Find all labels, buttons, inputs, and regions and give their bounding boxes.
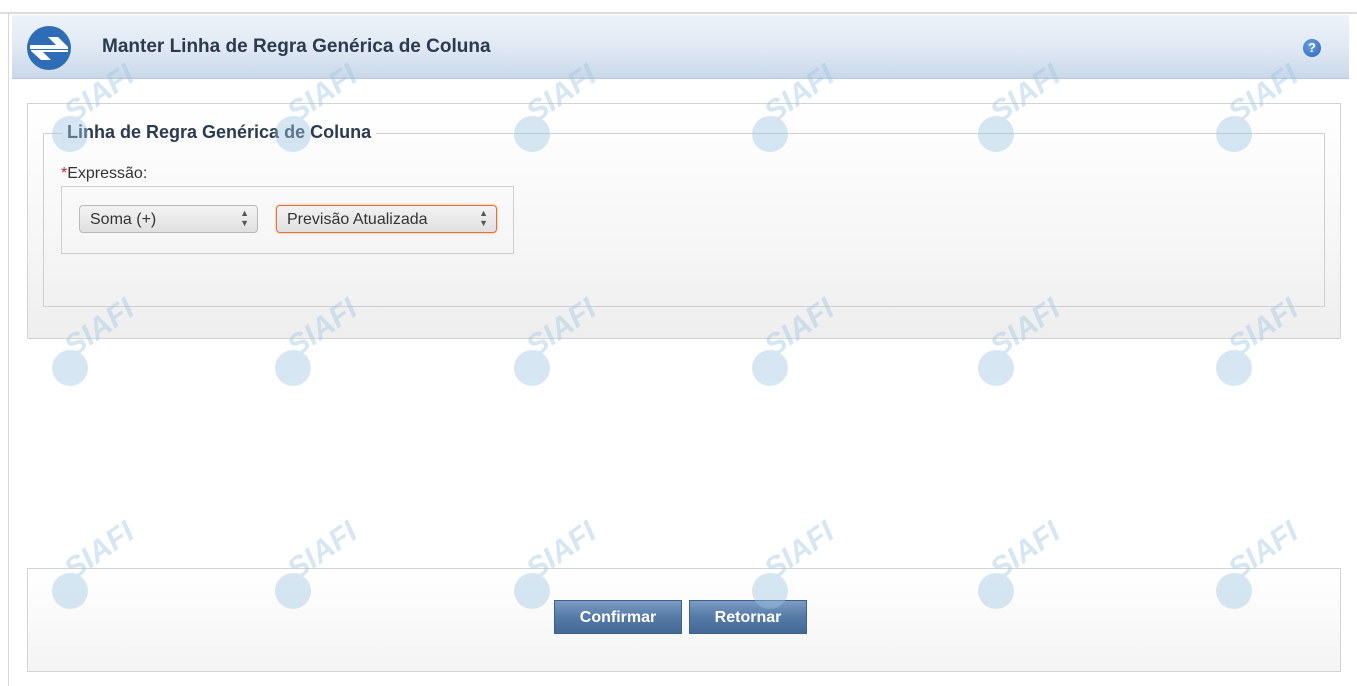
operator-select[interactable]: Soma (+) ▲ ▼ [79, 205, 258, 233]
expression-label-text: Expressão: [67, 165, 148, 182]
watermark-circle-icon [514, 350, 550, 386]
expression-label: *Expressão: [61, 165, 147, 183]
top-border [0, 0, 1357, 14]
fieldset-legend: Linha de Regra Genérica de Coluna [62, 122, 377, 143]
watermark-circle-icon [52, 350, 88, 386]
column-select-value: Previsão Atualizada [287, 211, 428, 228]
watermark-circle-icon [1216, 350, 1252, 386]
select-arrows-icon: ▲ ▼ [479, 208, 488, 228]
operator-select-value: Soma (+) [90, 211, 157, 228]
help-icon[interactable]: ? [1303, 39, 1321, 57]
watermark-circle-icon [978, 350, 1014, 386]
watermark-circle-icon [275, 350, 311, 386]
confirm-button[interactable]: Confirmar [554, 600, 682, 634]
form-panel: Linha de Regra Genérica de Coluna *Expre… [27, 103, 1341, 339]
return-button[interactable]: Retornar [689, 600, 807, 634]
page-title: Manter Linha de Regra Genérica de Coluna [102, 36, 491, 57]
siafi-logo-icon [27, 26, 71, 70]
column-select[interactable]: Previsão Atualizada ▲ ▼ [276, 205, 497, 233]
select-arrows-icon: ▲ ▼ [240, 208, 249, 228]
rule-line-fieldset: Linha de Regra Genérica de Coluna *Expre… [43, 122, 1325, 307]
watermark-circle-icon [752, 350, 788, 386]
page-header: Manter Linha de Regra Genérica de Coluna… [12, 15, 1349, 79]
expression-box: Soma (+) ▲ ▼ Previsão Atualizada ▲ ▼ [61, 186, 514, 254]
button-panel: Confirmar Retornar [27, 568, 1341, 672]
left-border [8, 14, 9, 686]
